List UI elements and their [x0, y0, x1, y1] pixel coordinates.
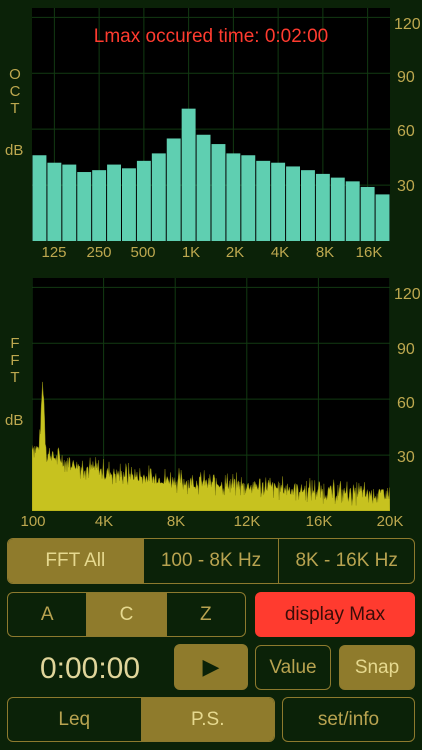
fft-xtick-100: 100 [20, 513, 46, 530]
oct-bar-8 [151, 153, 166, 241]
oct-bar-1 [47, 162, 62, 241]
oct-bar-2 [62, 164, 77, 241]
oct-bar-6 [122, 168, 136, 241]
oct-ytick-90: 90 [397, 69, 415, 86]
oct-xtick-8k: 8K [315, 244, 335, 261]
fft-xtick-12k: 12K [233, 513, 261, 530]
tab-fft-all[interactable]: FFT All [8, 539, 144, 583]
tab-8k-16k[interactable]: 8K - 16K Hz [279, 539, 414, 583]
display-max-button[interactable]: display Max [255, 592, 415, 637]
oct-bar-14 [241, 155, 256, 241]
tab-leq[interactable]: Leq [8, 698, 142, 741]
oct-xtick-2k: 2K [225, 244, 245, 261]
oct-bar-7 [136, 160, 151, 241]
oct-bar-16 [271, 162, 286, 241]
tab-100-8k[interactable]: 100 - 8K Hz [144, 539, 280, 583]
oct-side-letter-c: C [9, 83, 21, 100]
tab-weight-a[interactable]: A [8, 593, 88, 636]
oct-ytick-30: 30 [397, 178, 415, 195]
oct-bar-0 [32, 155, 47, 241]
oct-bar-3 [77, 172, 92, 241]
play-icon: ▶ [202, 654, 220, 679]
oct-ytick-60: 60 [397, 123, 415, 140]
oct-bar-21 [345, 181, 360, 241]
oct-chart-panel[interactable]: Lmax occured time: 0:02:00 [32, 8, 390, 241]
oct-bar-11 [196, 134, 211, 241]
fft-xtick-20k: 20K [376, 513, 404, 530]
oct-side-letter-t: T [10, 100, 20, 117]
fft-ytick-90: 90 [397, 341, 415, 358]
oct-xtick-500: 500 [130, 244, 156, 261]
oct-bar-5 [107, 164, 121, 241]
fft-db-label: dB [5, 412, 24, 429]
tab-weight-c[interactable]: C [87, 593, 167, 636]
fft-xtick-4k: 4K [94, 513, 114, 530]
oct-bar-23 [375, 194, 390, 241]
range-segmented-control: FFT All 100 - 8K Hz 8K - 16K Hz [7, 538, 415, 584]
fft-xtick-8k: 8K [166, 513, 186, 530]
fft-side-letter-f2: F [10, 352, 20, 369]
oct-bar-20 [330, 177, 345, 241]
fft-side-letter-t: T [10, 369, 20, 386]
oct-xtick-16k: 16K [355, 244, 383, 261]
tab-weight-z[interactable]: Z [167, 593, 245, 636]
snap-button[interactable]: Snap [339, 645, 415, 690]
value-button[interactable]: Value [255, 645, 331, 690]
oct-xtick-125: 125 [41, 244, 67, 261]
set-info-button[interactable]: set/info [282, 697, 415, 742]
elapsed-timer: 0:00:00 [39, 651, 141, 685]
oct-side-label: O C T [5, 66, 25, 117]
weighting-segmented-control: A C Z [7, 592, 246, 637]
oct-bar-9 [166, 138, 181, 241]
fft-side-letter-f1: F [10, 335, 20, 352]
oct-bar-13 [226, 153, 241, 241]
oct-side-letter-o: O [9, 66, 21, 83]
mode-segmented-control: Leq P.S. [7, 697, 275, 742]
oct-db-label: dB [5, 142, 24, 159]
oct-bar-18 [301, 170, 315, 241]
fft-ytick-120: 120 [394, 286, 421, 303]
oct-bar-10 [181, 108, 196, 241]
lmax-occured-time: Lmax occured time: 0:02:00 [93, 26, 329, 47]
oct-bar-17 [286, 166, 300, 241]
oct-xtick-1k: 1K [181, 244, 201, 261]
fft-xtick-16k: 16K [305, 513, 333, 530]
fft-ytick-60: 60 [397, 395, 415, 412]
oct-bar-12 [211, 144, 226, 241]
fft-chart-panel[interactable] [32, 278, 390, 511]
fft-ytick-30: 30 [397, 449, 415, 466]
play-button[interactable]: ▶ [174, 644, 248, 690]
fft-chart [32, 278, 390, 511]
tab-ps[interactable]: P.S. [141, 698, 274, 741]
oct-xtick-4k: 4K [270, 244, 290, 261]
oct-xtick-250: 250 [86, 244, 112, 261]
fft-side-label: F F T [5, 335, 25, 386]
oct-bar-15 [256, 160, 271, 241]
fft-spectrum-trace [32, 381, 390, 511]
oct-bar-22 [360, 186, 375, 241]
oct-ytick-120: 120 [394, 16, 421, 33]
oct-bar-4 [92, 170, 107, 241]
oct-bar-19 [315, 173, 330, 241]
